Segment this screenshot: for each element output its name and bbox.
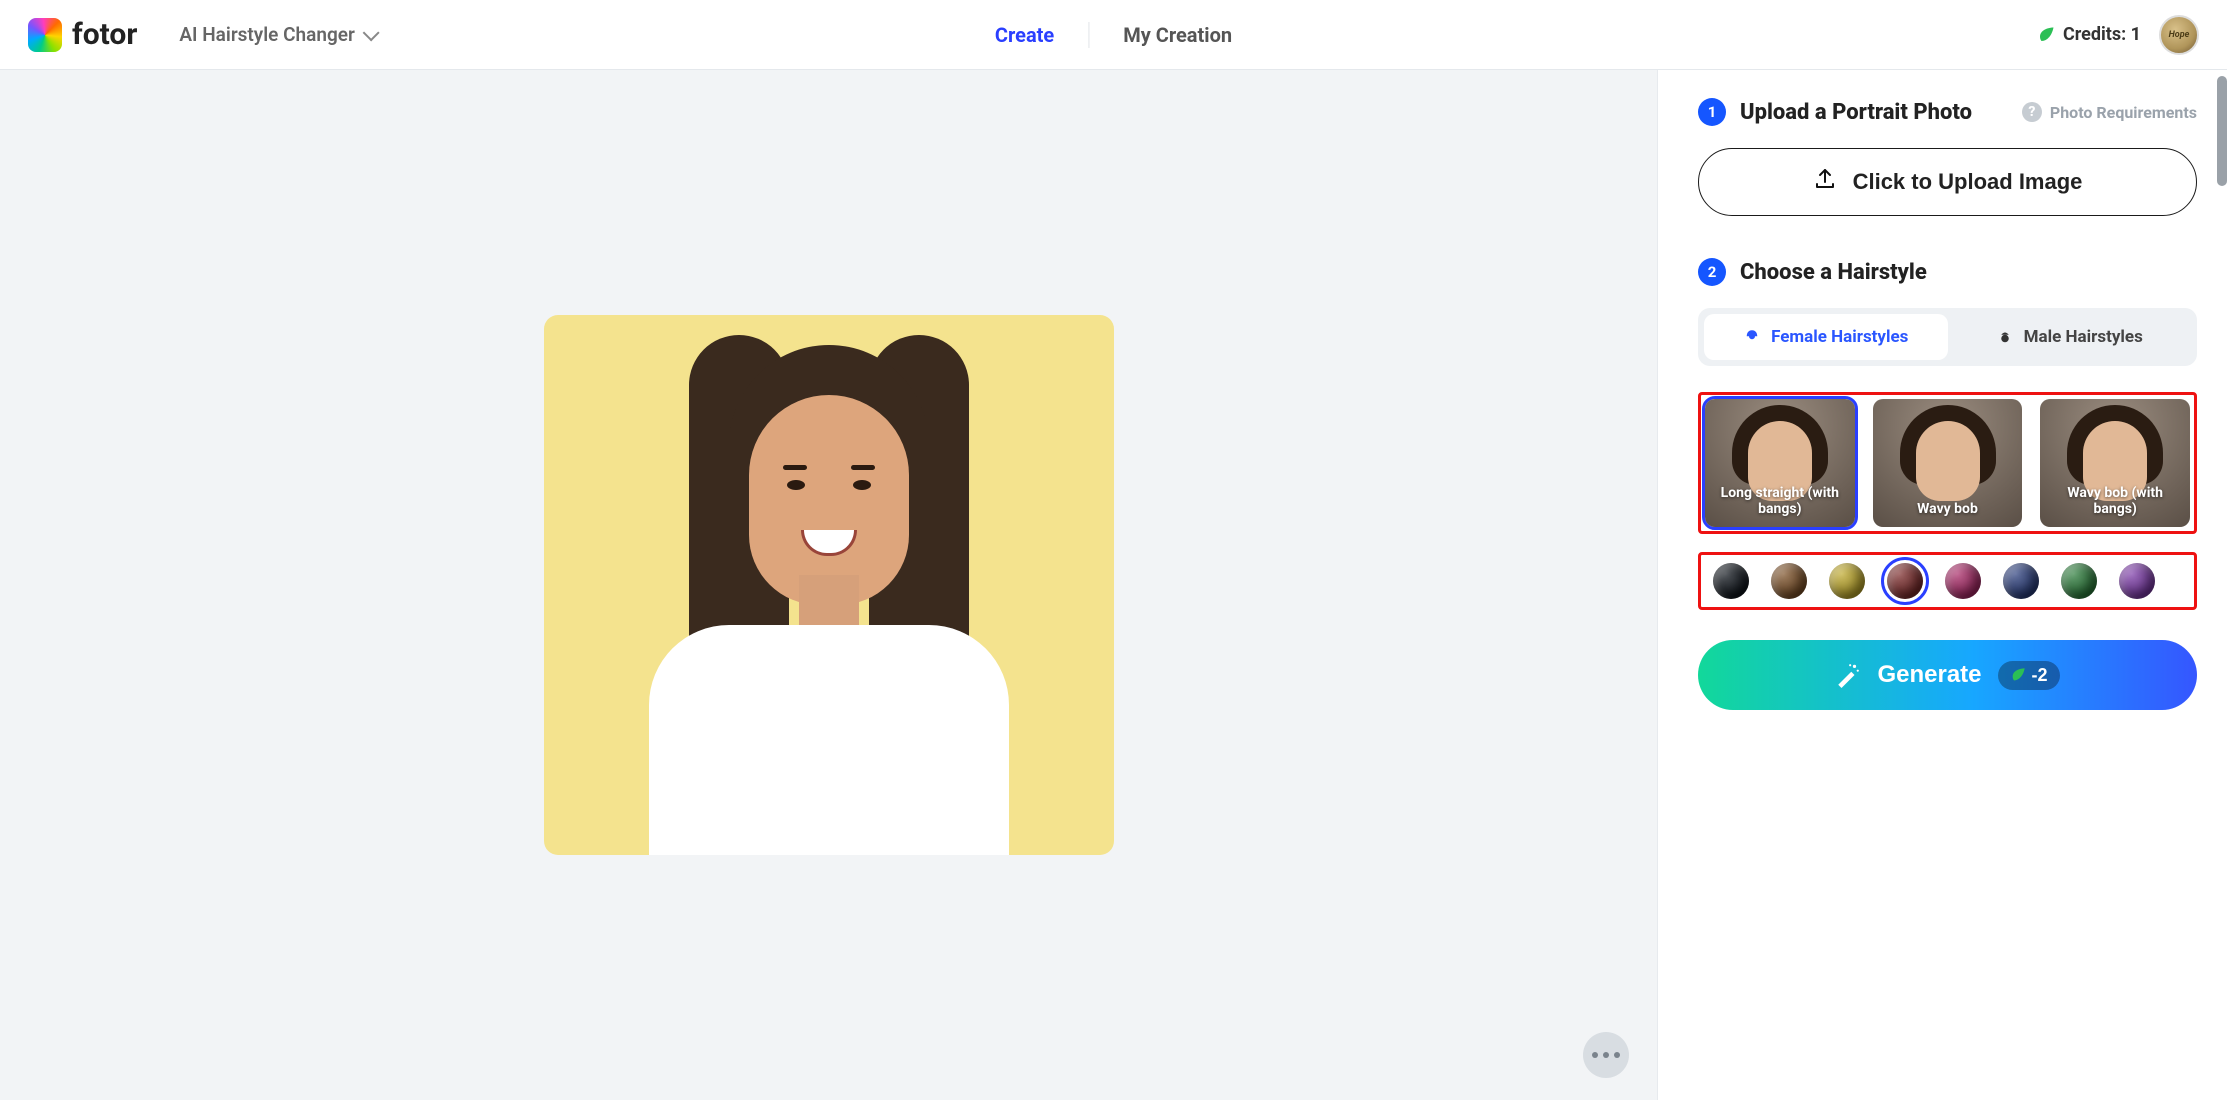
step-2-header: 2 Choose a Hairstyle <box>1698 258 2197 286</box>
user-avatar[interactable]: Hope <box>2159 15 2199 55</box>
tab-male-hairstyles[interactable]: Male Hairstyles <box>1948 314 2192 360</box>
brand-logo[interactable]: fotor <box>28 17 137 52</box>
nav-mycreation-link[interactable]: My Creation <box>1123 23 1232 47</box>
portrait-brow <box>851 465 875 470</box>
hairstyle-option-label: Wavy bob <box>1883 501 2013 517</box>
gender-tabs: Female Hairstyles Male Hairstyles <box>1698 308 2197 366</box>
hair-color-swatch-green[interactable] <box>2061 563 2097 599</box>
side-panel: 1 Upload a Portrait Photo ? Photo Requir… <box>1657 70 2227 1100</box>
hairstyle-thumb-face <box>1916 421 1980 501</box>
portrait-torso <box>649 625 1009 855</box>
step-1-header: 1 Upload a Portrait Photo ? Photo Requir… <box>1698 98 2197 126</box>
photo-requirements-label: Photo Requirements <box>2050 103 2197 122</box>
more-options-button[interactable] <box>1583 1032 1629 1078</box>
step-2-title: Choose a Hairstyle <box>1740 260 1927 285</box>
main-area: 1 Upload a Portrait Photo ? Photo Requir… <box>0 70 2227 1100</box>
portrait-face <box>749 395 909 605</box>
top-nav: Create My Creation <box>995 22 1232 48</box>
hairstyle-option[interactable]: Long straight (with bangs) <box>1705 399 1855 527</box>
step-badge: 1 <box>1698 98 1726 126</box>
magic-wand-icon <box>1835 662 1861 688</box>
canvas-area <box>0 70 1657 1100</box>
female-icon <box>1743 328 1761 346</box>
avatar-text: Hope <box>2169 30 2190 40</box>
hair-color-swatch-brown[interactable] <box>1771 563 1807 599</box>
portrait-eye <box>853 480 871 490</box>
hairstyle-option-label: Long straight (with bangs) <box>1715 485 1845 517</box>
chevron-down-icon <box>362 24 379 41</box>
fotor-logo-icon <box>28 18 62 52</box>
nav-divider <box>1088 22 1089 48</box>
scrollbar[interactable] <box>2217 76 2227 186</box>
portrait-eye <box>787 480 805 490</box>
header-bar: fotor AI Hairstyle Changer Create My Cre… <box>0 0 2227 70</box>
photo-requirements-link[interactable]: ? Photo Requirements <box>2022 102 2197 122</box>
help-icon: ? <box>2022 102 2042 122</box>
hair-color-swatch-olive[interactable] <box>1829 563 1865 599</box>
male-icon <box>1996 328 2014 346</box>
hair-color-swatch-black[interactable] <box>1713 563 1749 599</box>
hairstyle-option[interactable]: Wavy bob <box>1873 399 2023 527</box>
leaf-icon <box>2037 26 2055 44</box>
upload-icon <box>1813 167 1837 197</box>
hair-color-swatch-violet[interactable] <box>2119 563 2155 599</box>
hair-color-swatch-auburn[interactable] <box>1887 563 1923 599</box>
tab-male-label: Male Hairstyles <box>2024 327 2143 347</box>
dot-icon <box>1603 1052 1609 1058</box>
hairstyle-option[interactable]: Wavy bob (with bangs) <box>2040 399 2190 527</box>
step-1-title: Upload a Portrait Photo <box>1740 100 1972 125</box>
brand-name: fotor <box>72 17 137 52</box>
upload-image-button[interactable]: Click to Upload Image <box>1698 148 2197 216</box>
leaf-icon <box>2010 667 2026 683</box>
credits-indicator[interactable]: Credits: 1 <box>2037 24 2141 45</box>
hair-color-swatches <box>1698 552 2197 610</box>
dot-icon <box>1592 1052 1598 1058</box>
portrait-mouth <box>801 530 857 556</box>
credits-label: Credits: 1 <box>2063 24 2141 45</box>
upload-button-label: Click to Upload Image <box>1853 169 2083 195</box>
portrait-preview[interactable] <box>544 315 1114 855</box>
tab-female-hairstyles[interactable]: Female Hairstyles <box>1704 314 1948 360</box>
generate-cost-value: -2 <box>2032 665 2048 686</box>
generate-label: Generate <box>1877 661 1981 689</box>
header-right: Credits: 1 Hope <box>2037 15 2199 55</box>
generate-cost-pill: -2 <box>1998 661 2060 690</box>
hairstyle-options-row: Long straight (with bangs) Wavy bob Wavy… <box>1698 392 2197 534</box>
tab-female-label: Female Hairstyles <box>1771 327 1908 347</box>
tool-selector-label: AI Hairstyle Changer <box>179 23 354 46</box>
generate-button[interactable]: Generate -2 <box>1698 640 2197 710</box>
step-badge: 2 <box>1698 258 1726 286</box>
hairstyle-option-label: Wavy bob (with bangs) <box>2050 485 2180 517</box>
portrait-brow <box>783 465 807 470</box>
nav-create-link[interactable]: Create <box>995 23 1054 47</box>
hair-color-swatch-magenta[interactable] <box>1945 563 1981 599</box>
tool-selector-dropdown[interactable]: AI Hairstyle Changer <box>179 23 374 46</box>
hair-color-swatch-navy[interactable] <box>2003 563 2039 599</box>
dot-icon <box>1614 1052 1620 1058</box>
